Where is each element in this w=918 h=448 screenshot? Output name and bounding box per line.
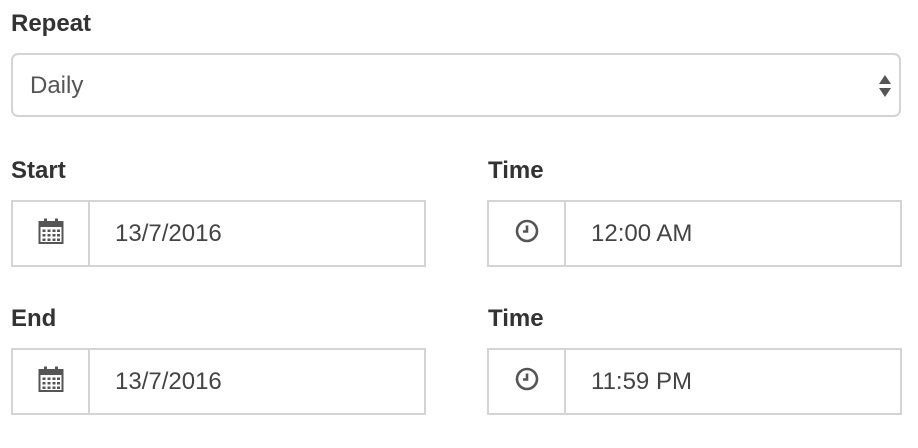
- clock-icon: [514, 218, 540, 249]
- repeat-select[interactable]: Daily: [11, 53, 901, 117]
- sort-arrows-icon: [878, 73, 892, 99]
- calendar-icon: [38, 365, 64, 398]
- end-time-group: 11:59 PM: [487, 348, 902, 415]
- start-date-input[interactable]: 13/7/2016: [90, 202, 424, 265]
- start-time-input[interactable]: 12:00 AM: [566, 202, 900, 265]
- end-date-input[interactable]: 13/7/2016: [90, 350, 424, 413]
- repeat-label: Repeat: [11, 10, 92, 37]
- clock-icon: [514, 366, 540, 397]
- end-date-label: End: [11, 305, 57, 332]
- start-date-addon[interactable]: [13, 202, 90, 265]
- repeat-selected-value: Daily: [30, 72, 84, 99]
- start-date-label: Start: [11, 157, 66, 184]
- end-time-input[interactable]: 11:59 PM: [566, 350, 900, 413]
- end-date-addon[interactable]: [13, 350, 90, 413]
- start-date-group: 13/7/2016: [11, 200, 426, 267]
- start-time-label: Time: [488, 157, 544, 184]
- end-time-addon[interactable]: [489, 350, 566, 413]
- start-time-group: 12:00 AM: [487, 200, 902, 267]
- calendar-icon: [38, 217, 64, 250]
- end-time-label: Time: [488, 305, 544, 332]
- start-time-addon[interactable]: [489, 202, 566, 265]
- end-date-group: 13/7/2016: [11, 348, 426, 415]
